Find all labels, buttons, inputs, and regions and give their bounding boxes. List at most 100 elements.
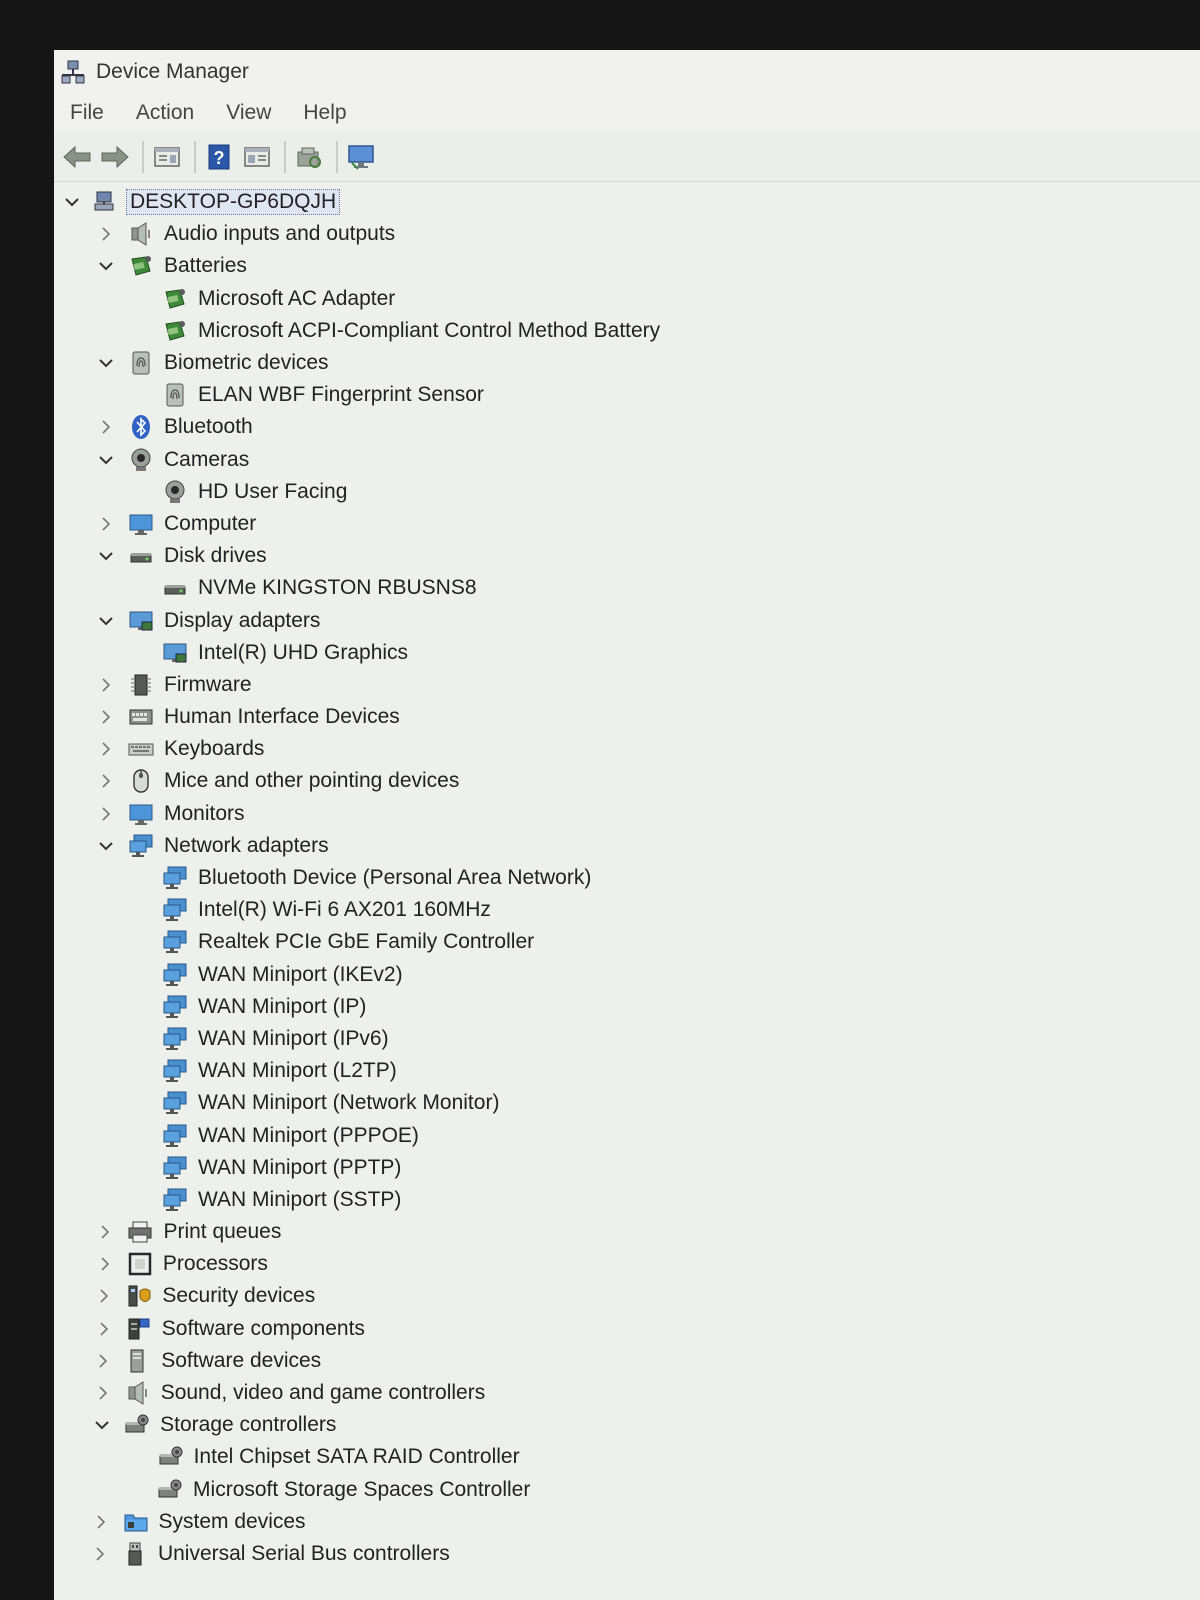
chevron-right-icon[interactable] <box>96 675 116 695</box>
tree-category[interactable]: Cameras <box>54 444 1200 476</box>
chevron-right-icon[interactable] <box>90 1544 110 1564</box>
tree-category[interactable]: Network adapters <box>54 830 1200 862</box>
tree-category[interactable]: Sound, video and game controllers <box>54 1377 1200 1409</box>
chevron-right-icon[interactable] <box>96 707 116 727</box>
tree-device[interactable]: NVMe KINGSTON RBUSNS8 <box>54 572 1200 604</box>
network-adapter-icon <box>162 962 188 988</box>
chevron-right-icon[interactable] <box>96 417 116 437</box>
tree-category[interactable]: Audio inputs and outputs <box>54 218 1200 250</box>
scan-hardware-icon[interactable] <box>292 140 326 174</box>
tree-device[interactable]: WAN Miniport (L2TP) <box>54 1055 1200 1087</box>
chevron-down-icon[interactable] <box>62 192 82 212</box>
tree-device[interactable]: Microsoft AC Adapter <box>54 283 1200 315</box>
keyboard-icon <box>128 736 154 762</box>
tree-device[interactable]: ELAN WBF Fingerprint Sensor <box>54 379 1200 411</box>
tree-label-wan-miniport-ipv6: WAN Miniport (IPv6) <box>198 1026 389 1050</box>
chevron-right-icon[interactable] <box>96 514 116 534</box>
tree-device[interactable]: WAN Miniport (IP) <box>54 991 1200 1023</box>
tree-device[interactable]: Intel Chipset SATA RAID Controller <box>54 1441 1200 1473</box>
disk-drive-icon <box>128 543 154 569</box>
tree-category[interactable]: Print queues <box>54 1216 1200 1248</box>
network-adapter-icon <box>162 897 188 923</box>
tree-category[interactable]: Security devices <box>54 1280 1200 1312</box>
tree-category[interactable]: Display adapters <box>54 604 1200 636</box>
tree-category[interactable]: Software components <box>54 1313 1200 1345</box>
chevron-down-icon[interactable] <box>96 353 116 373</box>
properties-icon[interactable] <box>150 140 184 174</box>
tree-category[interactable]: Storage controllers <box>54 1409 1200 1441</box>
chevron-right-icon[interactable] <box>96 224 116 244</box>
monitor-icon <box>128 511 154 537</box>
chevron-down-icon[interactable] <box>92 1415 112 1435</box>
menu-help[interactable]: Help <box>301 99 348 127</box>
tree-device[interactable]: HD User Facing <box>54 476 1200 508</box>
tree-label-microsoft-acpi-compliant-control-method-battery: Microsoft ACPI-Compliant Control Method … <box>198 318 661 342</box>
tree-label-bluetooth: Bluetooth <box>164 415 253 439</box>
tree-device[interactable]: Intel(R) UHD Graphics <box>54 637 1200 669</box>
tree-category[interactable]: Bluetooth <box>54 411 1200 443</box>
tree-device[interactable]: Intel(R) Wi-Fi 6 AX201 160MHz <box>54 894 1200 926</box>
tree-device[interactable]: WAN Miniport (SSTP) <box>54 1184 1200 1216</box>
tree-label-software-components: Software components <box>161 1316 365 1340</box>
tree-category[interactable]: Disk drives <box>54 540 1200 572</box>
menu-file[interactable]: File <box>68 99 106 127</box>
disk-drive-icon <box>162 575 188 601</box>
system-folder-icon <box>123 1509 149 1535</box>
menu-view[interactable]: View <box>224 99 273 127</box>
monitor-update-icon[interactable] <box>344 140 378 174</box>
chevron-right-icon[interactable] <box>96 739 116 759</box>
tree-category[interactable]: Keyboards <box>54 733 1200 765</box>
speaker-icon <box>128 221 154 247</box>
network-adapter-icon <box>162 1123 188 1149</box>
chevron-right-icon[interactable] <box>96 771 116 791</box>
tree-category[interactable]: Computer <box>54 508 1200 540</box>
chevron-right-icon[interactable] <box>96 804 116 824</box>
network-adapter-icon <box>162 865 188 891</box>
back-arrow-icon[interactable] <box>60 140 94 174</box>
software-component-icon <box>126 1316 152 1342</box>
tree-category[interactable]: Mice and other pointing devices <box>54 765 1200 797</box>
tree-label-wan-miniport-network-monitor: WAN Miniport (Network Monitor) <box>198 1091 500 1115</box>
tree-category[interactable]: Monitors <box>54 798 1200 830</box>
svg-text:?: ? <box>214 148 225 168</box>
chevron-down-icon[interactable] <box>96 546 116 566</box>
tree-label-biometric-devices: Biometric devices <box>164 351 329 375</box>
chevron-down-icon[interactable] <box>96 611 116 631</box>
network-adapter-icon <box>162 1155 188 1181</box>
network-adapter-icon <box>162 994 188 1020</box>
tree-device[interactable]: WAN Miniport (PPPOE) <box>54 1119 1200 1151</box>
chevron-right-icon[interactable] <box>91 1512 111 1532</box>
forward-arrow-icon[interactable] <box>98 140 132 174</box>
battery-icon <box>162 286 188 312</box>
chevron-down-icon[interactable] <box>96 836 116 856</box>
tree-device[interactable]: Microsoft ACPI-Compliant Control Method … <box>54 315 1200 347</box>
chevron-right-icon[interactable] <box>93 1383 113 1403</box>
chevron-right-icon[interactable] <box>93 1351 113 1371</box>
tree-category[interactable]: Universal Serial Bus controllers <box>54 1538 1200 1570</box>
tree-category[interactable]: Software devices <box>54 1345 1200 1377</box>
chevron-down-icon[interactable] <box>96 256 116 276</box>
tree-device[interactable]: Realtek PCIe GbE Family Controller <box>54 926 1200 958</box>
chevron-right-icon[interactable] <box>95 1254 115 1274</box>
chevron-down-icon[interactable] <box>96 450 116 470</box>
tree-device[interactable]: WAN Miniport (Network Monitor) <box>54 1087 1200 1119</box>
tree-category[interactable]: Processors <box>54 1248 1200 1280</box>
chevron-right-icon[interactable] <box>94 1319 114 1339</box>
chevron-right-icon[interactable] <box>94 1286 114 1306</box>
tree-category[interactable]: Batteries <box>54 250 1200 282</box>
tree-device[interactable]: WAN Miniport (IPv6) <box>54 1023 1200 1055</box>
chevron-right-icon[interactable] <box>95 1222 115 1242</box>
tree-category[interactable]: Firmware <box>54 669 1200 701</box>
details-view-icon[interactable] <box>240 140 274 174</box>
help-icon[interactable]: ? <box>202 140 236 174</box>
tree-device[interactable]: Bluetooth Device (Personal Area Network) <box>54 862 1200 894</box>
tree-label-nvme-kingston-rbusns8: NVMe KINGSTON RBUSNS8 <box>198 576 477 600</box>
menu-action[interactable]: Action <box>134 99 196 127</box>
tree-category[interactable]: System devices <box>54 1506 1200 1538</box>
tree-root[interactable]: DESKTOP-GP6DQJH <box>54 186 1200 218</box>
tree-category[interactable]: Human Interface Devices <box>54 701 1200 733</box>
tree-device[interactable]: WAN Miniport (PPTP) <box>54 1152 1200 1184</box>
tree-device[interactable]: WAN Miniport (IKEv2) <box>54 959 1200 991</box>
tree-category[interactable]: Biometric devices <box>54 347 1200 379</box>
tree-device[interactable]: Microsoft Storage Spaces Controller <box>54 1474 1200 1506</box>
